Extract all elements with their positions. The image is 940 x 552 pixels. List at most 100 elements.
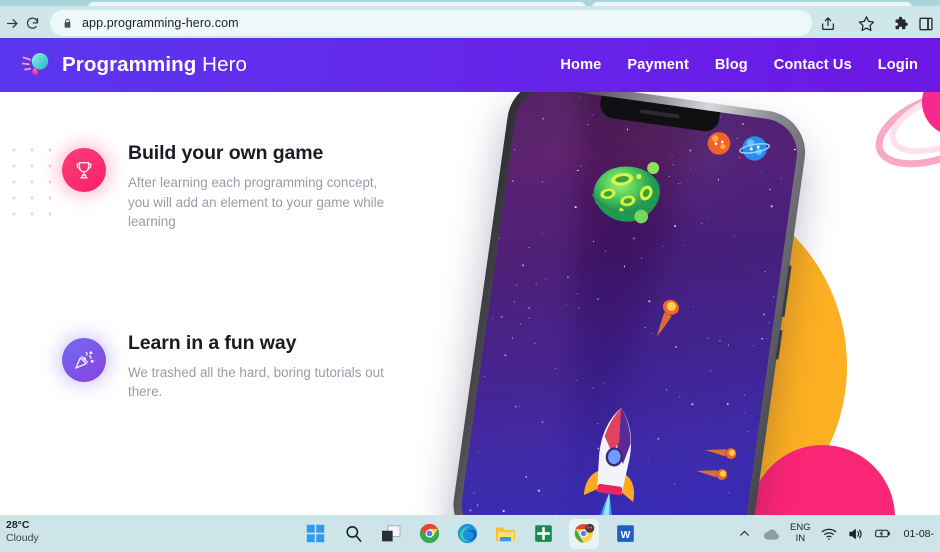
nav-link-contact-us[interactable]: Contact Us bbox=[774, 57, 852, 73]
star bbox=[785, 121, 787, 123]
star bbox=[769, 188, 771, 191]
cloud-icon[interactable] bbox=[763, 525, 780, 542]
star bbox=[513, 300, 515, 303]
chevron-up-icon[interactable] bbox=[736, 525, 753, 542]
star bbox=[761, 170, 763, 172]
lock-icon bbox=[64, 18, 71, 28]
reload-icon[interactable] bbox=[22, 13, 42, 33]
share-icon[interactable] bbox=[818, 14, 837, 33]
star bbox=[511, 337, 513, 339]
star bbox=[719, 340, 721, 342]
star bbox=[511, 179, 514, 182]
svg-text:W: W bbox=[620, 530, 630, 541]
taskbar-app-buttons: W bbox=[303, 515, 637, 552]
side-panel-icon[interactable] bbox=[916, 14, 935, 33]
trophy-icon bbox=[62, 148, 106, 192]
star bbox=[565, 304, 568, 307]
star bbox=[535, 282, 537, 285]
chrome-icon[interactable] bbox=[417, 522, 441, 546]
star bbox=[678, 183, 680, 185]
star bbox=[576, 379, 578, 381]
star bbox=[644, 326, 646, 328]
nav-link-login[interactable]: Login bbox=[878, 57, 918, 73]
star bbox=[766, 337, 768, 339]
orange-planet-sprite bbox=[707, 132, 731, 155]
star bbox=[477, 504, 479, 507]
star bbox=[574, 206, 577, 208]
excel-icon[interactable] bbox=[531, 522, 555, 546]
star bbox=[700, 222, 703, 225]
star bbox=[541, 420, 544, 423]
word-icon[interactable]: W bbox=[613, 522, 637, 546]
weather-temperature: 28°C bbox=[6, 519, 30, 531]
star bbox=[541, 234, 543, 236]
star bbox=[591, 113, 593, 115]
star bbox=[515, 284, 517, 286]
chrome-app-icon[interactable] bbox=[569, 518, 599, 549]
feature-text: Learn in a fun way We trashed all the ha… bbox=[128, 332, 392, 402]
battery-icon[interactable] bbox=[874, 525, 892, 542]
star bbox=[717, 178, 720, 182]
star bbox=[602, 382, 605, 385]
star bbox=[528, 247, 530, 249]
brand-name-bold: Programming bbox=[62, 53, 197, 76]
feature-list: Build your own game After learning each … bbox=[62, 142, 392, 402]
task-view-icon[interactable] bbox=[379, 522, 403, 546]
star bbox=[662, 245, 664, 247]
star bbox=[525, 475, 528, 478]
star bbox=[753, 345, 755, 347]
star bbox=[597, 298, 599, 300]
star bbox=[666, 389, 668, 391]
language-indicator[interactable]: ENG IN bbox=[790, 522, 811, 545]
star bbox=[502, 510, 505, 513]
windows-taskbar: 28°C Cloudy W ENG IN 01-08- bbox=[0, 515, 940, 552]
star bbox=[648, 300, 651, 303]
edge-icon[interactable] bbox=[455, 522, 479, 546]
star bbox=[592, 387, 594, 389]
star bbox=[690, 167, 692, 169]
weather-condition: Cloudy bbox=[6, 532, 39, 545]
star bbox=[605, 251, 606, 252]
star bbox=[524, 344, 527, 347]
blue-planet-sprite bbox=[739, 136, 771, 161]
star bbox=[673, 483, 676, 485]
wifi-icon[interactable] bbox=[821, 525, 838, 542]
star bbox=[514, 405, 517, 408]
region-code: IN bbox=[795, 532, 806, 544]
star bbox=[518, 406, 520, 408]
star bbox=[504, 354, 507, 356]
green-asteroid-sprite bbox=[591, 162, 660, 224]
address-bar[interactable]: app.programming-hero.com bbox=[50, 10, 812, 36]
star bbox=[726, 403, 729, 406]
star bbox=[500, 315, 503, 318]
brand-logo-link[interactable]: Programming Hero bbox=[22, 50, 247, 80]
star bbox=[492, 317, 494, 319]
windows-logo-icon[interactable] bbox=[303, 522, 327, 546]
puzzle-piece-icon[interactable] bbox=[891, 14, 910, 33]
star bbox=[710, 369, 712, 372]
brand-name-light: Hero bbox=[196, 53, 248, 76]
star bbox=[764, 270, 766, 272]
volume-icon[interactable] bbox=[848, 525, 865, 542]
folder-icon[interactable] bbox=[493, 522, 517, 546]
star bbox=[743, 394, 745, 396]
weather-widget[interactable]: 28°C Cloudy bbox=[6, 519, 39, 545]
star bbox=[675, 346, 677, 348]
nav-link-payment[interactable]: Payment bbox=[627, 57, 689, 73]
pink-circle-decoration bbox=[750, 445, 895, 515]
star bbox=[641, 258, 643, 259]
search-icon[interactable] bbox=[341, 522, 365, 546]
nav-link-home[interactable]: Home bbox=[560, 57, 601, 73]
star bbox=[693, 306, 695, 308]
feature-item: Learn in a fun way We trashed all the ha… bbox=[62, 332, 392, 402]
star bbox=[706, 217, 708, 219]
star bbox=[768, 321, 770, 323]
nav-link-blog[interactable]: Blog bbox=[715, 57, 748, 73]
star bbox=[728, 492, 730, 494]
star bbox=[733, 235, 736, 237]
star bbox=[763, 313, 765, 316]
clock[interactable]: 01-08- bbox=[904, 528, 934, 540]
forward-arrow-icon[interactable] bbox=[2, 13, 22, 33]
star-icon[interactable] bbox=[857, 14, 876, 33]
star bbox=[578, 307, 580, 309]
